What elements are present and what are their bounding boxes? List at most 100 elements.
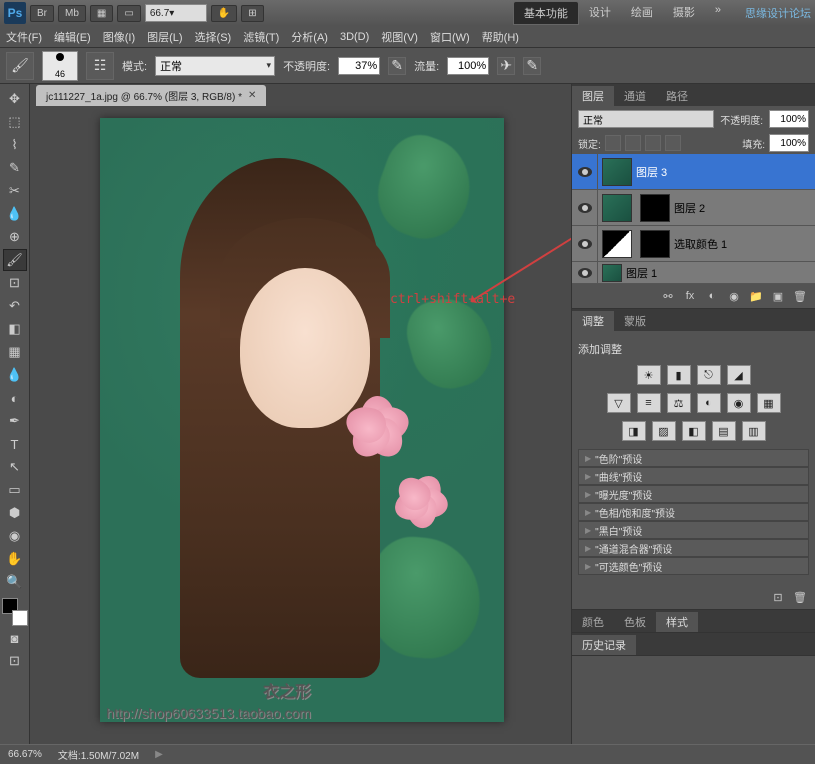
status-zoom[interactable]: 66.67% <box>8 749 42 760</box>
eyedropper-tool[interactable]: 💧 <box>3 203 27 225</box>
zoom-dropdown[interactable]: 66.7 ▾ <box>145 4 207 22</box>
adjustment-icon[interactable]: ◉ <box>725 287 743 305</box>
marquee-tool[interactable]: ⬚ <box>3 111 27 133</box>
layer-row[interactable]: 选取颜色 1 <box>572 226 815 262</box>
adjustment-thumb[interactable] <box>602 230 632 258</box>
layer-mask-thumb[interactable] <box>640 230 670 258</box>
mixer-icon[interactable]: ▦ <box>757 393 781 413</box>
layer-thumb[interactable] <box>602 264 622 282</box>
curves-icon[interactable]: ⎋ <box>697 365 721 385</box>
layer-name[interactable]: 图层 1 <box>626 265 657 281</box>
menu-3d[interactable]: 3D(D) <box>340 31 369 43</box>
tab-layers[interactable]: 图层 <box>572 86 614 106</box>
hue-icon[interactable]: ≡ <box>637 393 661 413</box>
visibility-icon[interactable] <box>578 268 592 278</box>
selective-color-icon[interactable]: ▥ <box>742 421 766 441</box>
fill-input[interactable]: 100% <box>769 134 809 152</box>
photo-filter-icon[interactable]: ◉ <box>727 393 751 413</box>
minibridge-button[interactable]: Mb <box>58 5 86 22</box>
brush-preset-picker[interactable]: 46 <box>42 51 78 81</box>
menu-analysis[interactable]: 分析(A) <box>291 29 328 45</box>
layer-row[interactable]: 图层 3 <box>572 154 815 190</box>
workspace-tab-painting[interactable]: 绘画 <box>621 1 663 25</box>
visibility-icon[interactable] <box>578 239 592 249</box>
lock-transparent-icon[interactable] <box>605 135 621 151</box>
group-icon[interactable]: 📁 <box>747 287 765 305</box>
status-doc-info[interactable]: 文档:1.50M/7.02M <box>58 747 139 762</box>
bw-icon[interactable]: ◐ <box>697 393 721 413</box>
vibrance-icon[interactable]: ▽ <box>607 393 631 413</box>
layer-thumb[interactable] <box>602 194 632 222</box>
opacity-input[interactable]: 37% <box>338 57 380 75</box>
mask-icon[interactable]: ◐ <box>703 287 721 305</box>
blend-mode-select[interactable]: 正常 <box>155 56 275 76</box>
path-select-tool[interactable]: ↖ <box>3 456 27 478</box>
3d-camera-tool[interactable]: ◉ <box>3 525 27 547</box>
tab-color[interactable]: 颜色 <box>572 612 614 632</box>
preset-curves[interactable]: ▶"曲线"预设 <box>578 467 809 485</box>
posterize-icon[interactable]: ▨ <box>652 421 676 441</box>
menu-view[interactable]: 视图(V) <box>381 29 418 45</box>
menu-help[interactable]: 帮助(H) <box>482 29 519 45</box>
expand-icon[interactable]: ⊡ <box>769 588 787 606</box>
blur-tool[interactable]: 💧 <box>3 364 27 386</box>
history-brush-tool[interactable]: ↶ <box>3 295 27 317</box>
quick-select-tool[interactable]: ✎ <box>3 157 27 179</box>
menu-file[interactable]: 文件(F) <box>6 29 42 45</box>
quickmask-toggle[interactable]: ◙ <box>3 627 27 649</box>
layer-opacity-input[interactable]: 100% <box>769 110 809 128</box>
brightness-icon[interactable]: ☀ <box>637 365 661 385</box>
new-layer-icon[interactable]: ▣ <box>769 287 787 305</box>
menu-select[interactable]: 选择(S) <box>195 29 232 45</box>
layer-row[interactable]: 图层 2 <box>572 190 815 226</box>
flow-input[interactable]: 100% <box>447 57 489 75</box>
workspace-tab-photography[interactable]: 摄影 <box>663 1 705 25</box>
visibility-icon[interactable] <box>578 203 592 213</box>
preset-selective[interactable]: ▶"可选颜色"预设 <box>578 557 809 575</box>
trash-icon[interactable]: 🗑 <box>791 287 809 305</box>
crop-tool[interactable]: ✂ <box>3 180 27 202</box>
tab-masks[interactable]: 蒙版 <box>614 311 656 331</box>
workspace-tab-essentials[interactable]: 基本功能 <box>513 1 579 25</box>
gradient-tool[interactable]: ▦ <box>3 341 27 363</box>
layer-name[interactable]: 图层 2 <box>674 200 705 216</box>
link-icon[interactable]: ⚯ <box>659 287 677 305</box>
opacity-pressure-icon[interactable]: ✎ <box>388 57 406 75</box>
menu-window[interactable]: 窗口(W) <box>430 29 470 45</box>
brush-tool[interactable]: 🖌 <box>3 249 27 271</box>
pen-tool[interactable]: ✒ <box>3 410 27 432</box>
balance-icon[interactable]: ⚖ <box>667 393 691 413</box>
screenmode-toggle[interactable]: ⊡ <box>3 650 27 672</box>
preset-bw[interactable]: ▶"黑白"预设 <box>578 521 809 539</box>
brush-panel-toggle[interactable]: ☷ <box>86 52 114 80</box>
trash-icon[interactable]: 🗑 <box>791 588 809 606</box>
lock-all-icon[interactable] <box>665 135 681 151</box>
tab-adjustments[interactable]: 调整 <box>572 311 614 331</box>
tab-swatches[interactable]: 色板 <box>614 612 656 632</box>
dodge-tool[interactable]: ◐ <box>3 387 27 409</box>
tab-history[interactable]: 历史记录 <box>572 635 636 655</box>
workspace-more[interactable]: » <box>705 1 731 25</box>
menu-filter[interactable]: 滤镜(T) <box>243 29 279 45</box>
fx-icon[interactable]: fx <box>681 287 699 305</box>
document-tab[interactable]: jc111227_1a.jpg @ 66.7% (图层 3, RGB/8) * … <box>36 85 266 106</box>
layer-name[interactable]: 图层 3 <box>636 164 667 180</box>
tool-preset-picker[interactable]: 🖌 <box>6 52 34 80</box>
shape-tool[interactable]: ▭ <box>3 479 27 501</box>
3d-tool[interactable]: ⬢ <box>3 502 27 524</box>
gradient-map-icon[interactable]: ▤ <box>712 421 736 441</box>
color-swatches[interactable] <box>2 598 28 626</box>
layer-mask-thumb[interactable] <box>640 194 670 222</box>
arrange-button[interactable]: ✋ <box>211 5 237 22</box>
visibility-icon[interactable] <box>578 167 592 177</box>
zoom-tool[interactable]: 🔍 <box>3 571 27 593</box>
view-extras-button[interactable]: ▦ <box>90 5 113 22</box>
background-color[interactable] <box>12 610 28 626</box>
eraser-tool[interactable]: ◧ <box>3 318 27 340</box>
threshold-icon[interactable]: ◧ <box>682 421 706 441</box>
screen-mode-button[interactable]: ▭ <box>117 5 140 22</box>
close-icon[interactable]: ✕ <box>248 90 256 101</box>
exposure-icon[interactable]: ◢ <box>727 365 751 385</box>
lock-pixels-icon[interactable] <box>625 135 641 151</box>
layer-name[interactable]: 选取颜色 1 <box>674 236 727 252</box>
